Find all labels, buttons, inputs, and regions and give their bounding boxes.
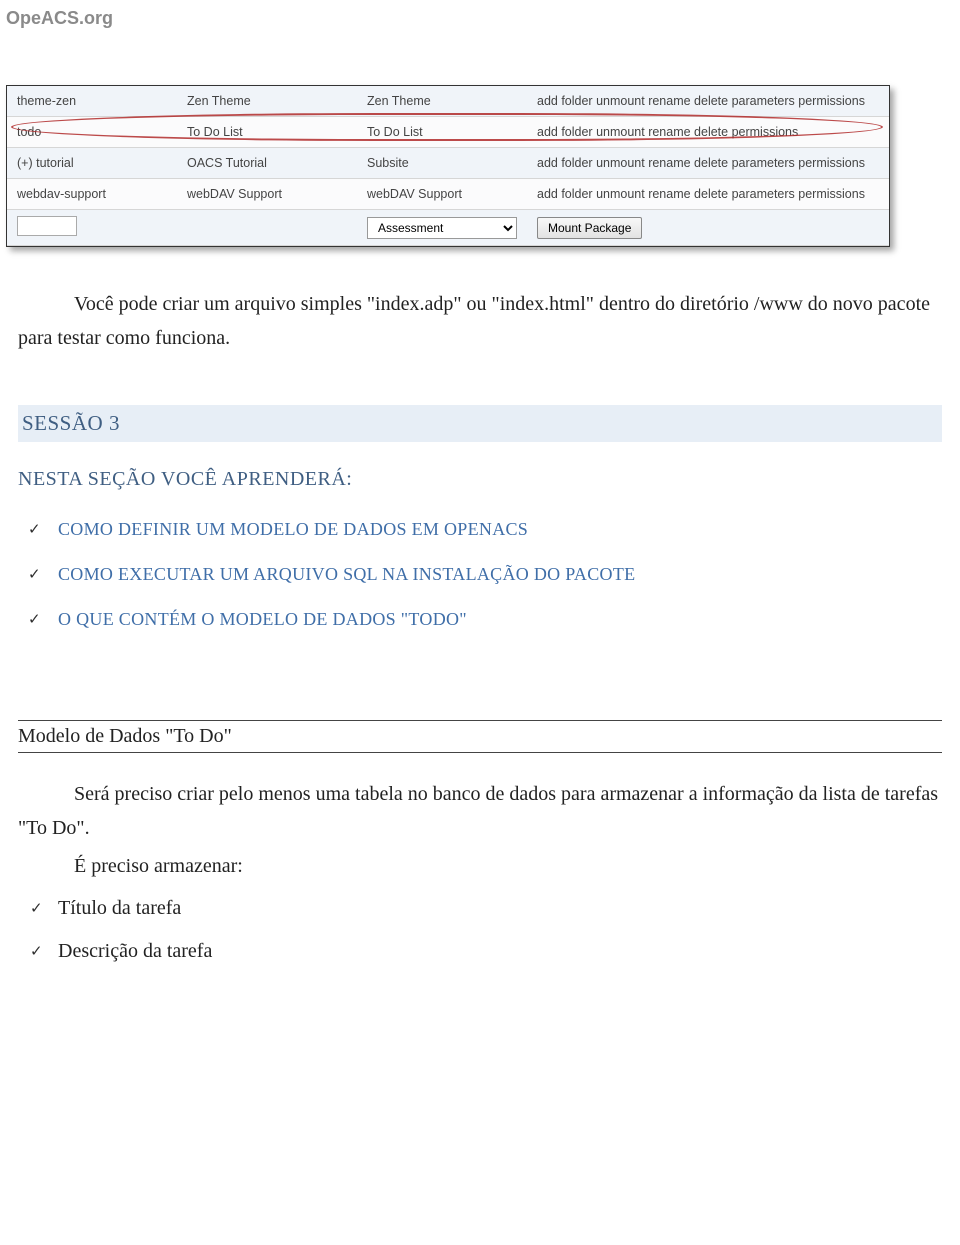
list-item: Descrição da tarefa — [58, 940, 942, 963]
cell-type: Zen Theme — [357, 86, 527, 117]
table-row: webdav-support webDAV Support webDAV Sup… — [7, 179, 889, 210]
site-title: OpeACS.org — [0, 0, 960, 29]
intro-paragraph: Você pode criar um arquivo simples "inde… — [18, 287, 942, 355]
path-input[interactable] — [17, 216, 77, 236]
cell-name: webDAV Support — [177, 179, 357, 210]
cell-path[interactable]: (+) tutorial — [7, 148, 177, 179]
section-paragraph: É preciso armazenar: — [18, 849, 942, 883]
table-row: theme-zen Zen Theme Zen Theme add folder… — [7, 86, 889, 117]
cell-path[interactable]: webdav-support — [7, 179, 177, 210]
cell-name: OACS Tutorial — [177, 148, 357, 179]
cell-type: webDAV Support — [357, 179, 527, 210]
table-row: (+) tutorial OACS Tutorial Subsite add f… — [7, 148, 889, 179]
admin-screenshot: theme-zen Zen Theme Zen Theme add folder… — [6, 85, 890, 247]
store-list: Título da tarefa Descrição da tarefa — [18, 897, 942, 963]
list-item: Título da tarefa — [58, 897, 942, 920]
cell-type: Subsite — [357, 148, 527, 179]
cell-actions[interactable]: add folder unmount rename delete paramet… — [527, 148, 889, 179]
package-select[interactable]: Assessment — [367, 217, 517, 239]
table-row: todo To Do List To Do List add folder un… — [7, 117, 889, 148]
goal-item: O QUE CONTÉM O MODELO DE DADOS "TODO" — [58, 609, 942, 630]
session-heading: SESSÃO 3 — [18, 405, 942, 442]
cell-actions[interactable]: add folder unmount rename delete permiss… — [527, 117, 889, 148]
goals-list: COMO DEFINIR UM MODELO DE DADOS EM OPENA… — [18, 519, 942, 630]
cell-actions[interactable]: add folder unmount rename delete paramet… — [527, 179, 889, 210]
cell-path[interactable]: todo — [7, 117, 177, 148]
session-subheading: NESTA SEÇÃO VOCÊ APRENDERÁ: — [18, 468, 942, 491]
goal-item: COMO EXECUTAR UM ARQUIVO SQL NA INSTALAÇ… — [58, 564, 942, 585]
cell-actions[interactable]: add folder unmount rename delete paramet… — [527, 86, 889, 117]
goal-item: COMO DEFINIR UM MODELO DE DADOS EM OPENA… — [58, 519, 942, 540]
cell-path[interactable]: theme-zen — [7, 86, 177, 117]
section-title: Modelo de Dados "To Do" — [18, 720, 942, 753]
cell-name: To Do List — [177, 117, 357, 148]
section-paragraph: Será preciso criar pelo menos uma tabela… — [18, 777, 942, 845]
packages-table: theme-zen Zen Theme Zen Theme add folder… — [7, 86, 889, 246]
controls-row: Assessment Mount Package — [7, 210, 889, 246]
mount-package-button[interactable]: Mount Package — [537, 217, 642, 239]
cell-name: Zen Theme — [177, 86, 357, 117]
cell-type: To Do List — [357, 117, 527, 148]
